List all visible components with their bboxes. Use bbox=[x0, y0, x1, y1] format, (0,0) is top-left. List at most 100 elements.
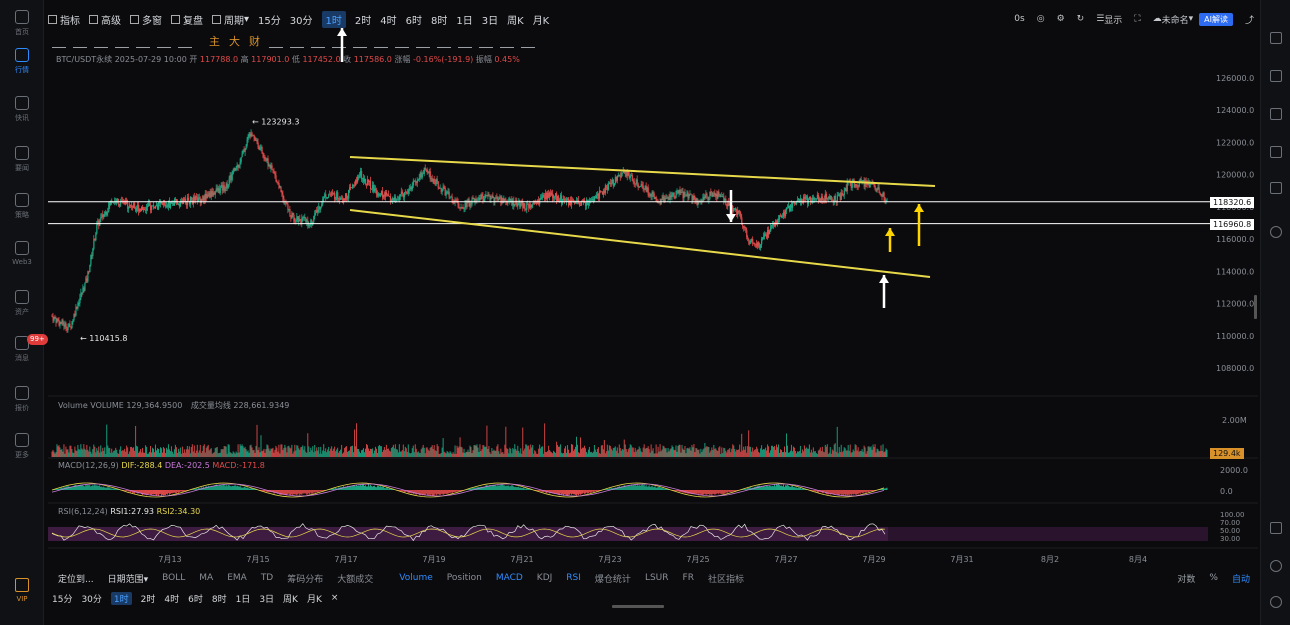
macd-histogram-bar bbox=[87, 485, 89, 490]
macd-histogram-bar bbox=[56, 489, 58, 490]
volume-bar bbox=[111, 448, 113, 457]
macd-histogram-bar bbox=[355, 486, 357, 490]
candle-body bbox=[761, 239, 763, 245]
volume-bar bbox=[533, 453, 535, 457]
volume-bar bbox=[563, 453, 565, 457]
volume-bar bbox=[615, 450, 617, 457]
bottom-period-0[interactable]: 15分 bbox=[52, 592, 72, 605]
candle-body bbox=[579, 205, 582, 206]
indicator-rsi[interactable]: RSI bbox=[566, 573, 581, 583]
volume-bar bbox=[428, 450, 430, 457]
volume-bar bbox=[611, 450, 613, 457]
bottom-period-9[interactable]: 周K bbox=[283, 592, 298, 605]
volume-bar bbox=[684, 446, 686, 457]
volume-bar bbox=[763, 448, 765, 457]
macd-histogram-bar bbox=[457, 490, 459, 492]
macd-histogram-bar bbox=[219, 484, 221, 490]
macd-histogram-bar bbox=[799, 487, 801, 490]
macd-histogram-bar bbox=[648, 485, 650, 490]
indicator-fr[interactable]: FR bbox=[683, 573, 694, 583]
indicator-ema[interactable]: EMA bbox=[227, 573, 247, 583]
indicator-community[interactable]: 社区指标 bbox=[708, 572, 744, 585]
volume-bar bbox=[351, 446, 353, 457]
volume-bar bbox=[171, 451, 173, 457]
candle-body bbox=[293, 214, 295, 222]
macd-histogram-bar bbox=[856, 490, 858, 495]
locate-button[interactable]: 定位到... bbox=[58, 572, 94, 585]
indicator-volume[interactable]: Volume bbox=[399, 573, 432, 583]
candle-body bbox=[253, 135, 255, 138]
volume-bar bbox=[787, 452, 789, 457]
macd-histogram-bar bbox=[193, 489, 195, 490]
candle-body bbox=[520, 205, 522, 207]
indicator-ma[interactable]: MA bbox=[199, 573, 213, 583]
macd-histogram-bar bbox=[584, 490, 586, 494]
volume-bar bbox=[539, 444, 541, 457]
indicator-chips[interactable]: 筹码分布 bbox=[287, 572, 323, 585]
volume-bar bbox=[831, 449, 833, 457]
date-range-button[interactable]: 日期范围▾ bbox=[108, 572, 149, 585]
macd-histogram-bar bbox=[313, 490, 315, 493]
macd-histogram-bar bbox=[173, 490, 175, 493]
indicator-kdj[interactable]: KDJ bbox=[537, 573, 553, 583]
volume-bar bbox=[826, 444, 828, 457]
volume-bar bbox=[302, 445, 304, 457]
volume-bar bbox=[690, 450, 692, 457]
macd-histogram-bar bbox=[443, 490, 445, 495]
candle-body bbox=[554, 196, 556, 198]
macd-histogram-bar bbox=[539, 490, 541, 492]
volume-bar bbox=[465, 451, 467, 457]
percent-scale-toggle[interactable]: % bbox=[1209, 573, 1218, 583]
bottom-period-1[interactable]: 30分 bbox=[81, 592, 101, 605]
indicator-td[interactable]: TD bbox=[261, 573, 273, 583]
bottom-period-10[interactable]: 月K bbox=[307, 592, 322, 605]
macd-histogram-bar bbox=[390, 488, 392, 490]
x-axis-tick: 7月31 bbox=[950, 555, 973, 564]
volume-bar bbox=[397, 452, 399, 457]
auto-scale-toggle[interactable]: 自动 bbox=[1232, 572, 1250, 585]
volume-bar bbox=[629, 444, 631, 457]
volume-bar bbox=[530, 444, 532, 457]
indicator-boll[interactable]: BOLL bbox=[162, 573, 185, 583]
candle-body bbox=[706, 193, 708, 198]
volume-bar bbox=[206, 446, 208, 457]
indicator-position[interactable]: Position bbox=[447, 573, 482, 583]
volume-bar bbox=[742, 450, 744, 457]
macd-histogram-bar bbox=[102, 487, 104, 490]
indicator-lsur[interactable]: LSUR bbox=[645, 573, 669, 583]
log-scale-toggle[interactable]: 对数 bbox=[1177, 572, 1195, 585]
bottom-period-8[interactable]: 3日 bbox=[259, 592, 274, 605]
bottom-period-6[interactable]: 8时 bbox=[212, 592, 227, 605]
chart-canvas[interactable]: 126000.0124000.0122000.0120000.0118000.0… bbox=[0, 0, 1290, 625]
volume-bar bbox=[195, 450, 197, 457]
macd-histogram-bar bbox=[356, 484, 358, 490]
volume-bar bbox=[488, 446, 490, 457]
candle-body bbox=[398, 196, 401, 200]
volume-bar bbox=[536, 453, 538, 457]
macd-histogram-bar bbox=[703, 490, 705, 495]
indicator-liquidation[interactable]: 爆仓统计 bbox=[595, 572, 631, 585]
candle-body bbox=[132, 207, 134, 209]
volume-bar bbox=[770, 450, 772, 457]
bottom-period-3[interactable]: 2时 bbox=[141, 592, 156, 605]
volume-bar bbox=[656, 453, 658, 457]
candle-body bbox=[240, 156, 242, 163]
volume-bar bbox=[646, 448, 648, 457]
volume-bar bbox=[293, 451, 295, 457]
volume-bar bbox=[408, 452, 410, 457]
volume-bar bbox=[126, 445, 128, 457]
macd-histogram-bar bbox=[495, 485, 497, 490]
volume-bar bbox=[81, 448, 83, 457]
close-periods-button[interactable]: × bbox=[331, 593, 339, 603]
bottom-period-2[interactable]: 1时 bbox=[110, 591, 132, 605]
indicator-large-trades[interactable]: 大额成交 bbox=[337, 572, 373, 585]
volume-bar bbox=[783, 452, 784, 457]
bottom-period-7[interactable]: 1日 bbox=[236, 592, 251, 605]
bottom-period-5[interactable]: 6时 bbox=[188, 592, 203, 605]
volume-bar bbox=[673, 449, 675, 457]
bottom-period-4[interactable]: 4时 bbox=[164, 592, 179, 605]
macd-histogram-bar bbox=[378, 486, 380, 490]
macd-histogram-bar bbox=[160, 490, 162, 496]
volume-bar bbox=[627, 449, 629, 457]
indicator-macd[interactable]: MACD bbox=[496, 573, 523, 583]
